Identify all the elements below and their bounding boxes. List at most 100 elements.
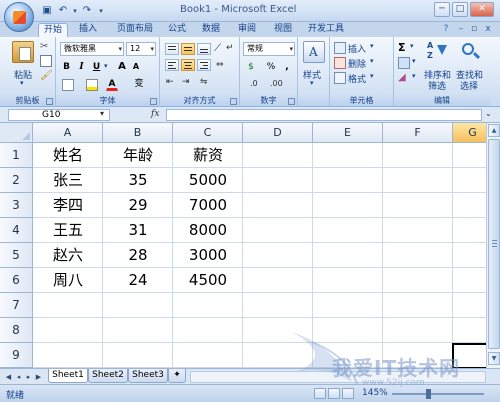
first-sheet-icon[interactable]: ◀ — [4, 372, 13, 382]
increase-indent-icon[interactable]: ⇥ — [182, 77, 194, 89]
chevron-down-icon[interactable]: ▾ — [410, 42, 414, 50]
column-header-d[interactable]: D — [243, 123, 313, 143]
chevron-down-icon[interactable]: ▾ — [370, 72, 374, 80]
insert-cells-label[interactable]: 插入 — [348, 42, 366, 55]
currency-button[interactable]: $ — [244, 60, 258, 74]
page-break-view-icon[interactable] — [342, 388, 354, 399]
row-header-9[interactable]: 9 — [0, 343, 33, 368]
text-direction-icon[interactable]: ⇋ — [200, 77, 212, 89]
cell-b1[interactable]: 年龄 — [103, 143, 173, 168]
cell-a1[interactable]: 姓名 — [33, 143, 103, 168]
ribbon-close-icon[interactable]: x — [482, 24, 494, 36]
cell-a5[interactable]: 赵六 — [33, 243, 103, 268]
sheet-tab-sheet3[interactable]: Sheet3 — [128, 369, 168, 383]
sheet-tab-sheet2[interactable]: Sheet2 — [88, 369, 128, 383]
delete-cells-icon[interactable] — [334, 57, 346, 69]
sheet-tab-sheet1[interactable]: Sheet1 — [48, 369, 88, 383]
scroll-thumb[interactable] — [488, 139, 500, 349]
zoom-slider-thumb[interactable] — [426, 389, 431, 399]
formula-input[interactable] — [166, 109, 482, 121]
row-header-6[interactable]: 6 — [0, 268, 33, 293]
help-icon[interactable]: ? — [440, 24, 452, 36]
prev-sheet-icon[interactable]: ◂ — [14, 372, 23, 382]
underline-button[interactable]: U — [90, 60, 103, 74]
align-right-button[interactable] — [197, 59, 211, 71]
increase-decimal-icon[interactable]: .0 — [250, 79, 262, 91]
decrease-decimal-icon[interactable]: .00 — [270, 79, 283, 91]
row-header-2[interactable]: 2 — [0, 168, 33, 193]
cell-c5[interactable]: 3000 — [173, 243, 243, 268]
align-middle-button[interactable] — [181, 43, 195, 55]
fill-color-icon[interactable] — [86, 79, 98, 91]
paste-dropdown-icon[interactable]: ▾ — [20, 79, 24, 87]
office-button[interactable] — [4, 2, 34, 32]
align-left-button[interactable] — [165, 59, 179, 71]
cell-b4[interactable]: 31 — [103, 218, 173, 243]
sort-filter-label-line2[interactable]: 筛选 — [428, 79, 446, 92]
clipboard-dialog-launcher[interactable] — [46, 98, 53, 105]
delete-cells-label[interactable]: 删除 — [348, 57, 366, 70]
column-header-b[interactable]: B — [103, 123, 173, 143]
tab-view[interactable]: 视图 — [270, 23, 296, 37]
font-dialog-launcher[interactable] — [150, 98, 157, 105]
paste-icon[interactable] — [12, 41, 34, 63]
grow-font-button[interactable]: A — [116, 60, 128, 74]
format-painter-icon[interactable]: 🖌 — [40, 70, 53, 82]
cell-b6[interactable]: 24 — [103, 268, 173, 293]
styles-dropdown-icon[interactable]: ▾ — [310, 79, 314, 87]
decrease-indent-icon[interactable]: ⇤ — [166, 77, 178, 89]
maximize-button[interactable]: □ — [452, 2, 468, 17]
cell-c1[interactable]: 薪资 — [173, 143, 243, 168]
font-color-button[interactable]: A — [106, 77, 118, 91]
active-cell-g10[interactable] — [452, 343, 486, 368]
bold-button[interactable]: B — [60, 60, 73, 74]
tab-review[interactable]: 审阅 — [234, 23, 260, 37]
name-box-dropdown-icon[interactable]: ▾ — [100, 109, 104, 118]
select-all-button[interactable] — [0, 123, 33, 143]
merge-center-icon[interactable]: ⇔ — [216, 60, 228, 72]
font-name-select[interactable]: 微软雅黑 ▾ — [60, 42, 124, 56]
worksheet-grid[interactable]: A B C D E F G 1 2 3 4 5 6 7 8 9 10 姓名 年龄… — [0, 123, 486, 368]
wrap-text-icon[interactable]: ↵ — [226, 43, 238, 55]
comma-button[interactable]: , — [282, 60, 292, 74]
redo-icon[interactable]: ↷ — [80, 4, 94, 18]
cell-c3[interactable]: 7000 — [173, 193, 243, 218]
tab-data[interactable]: 数据 — [198, 23, 224, 37]
tab-insert[interactable]: 插入 — [74, 23, 102, 37]
shrink-font-button[interactable]: A — [130, 60, 142, 74]
vertical-scrollbar[interactable]: ▲ ▼ — [486, 123, 500, 368]
borders-icon[interactable] — [62, 79, 74, 91]
tab-home[interactable]: 开始 — [38, 23, 68, 37]
tab-page-layout[interactable]: 页面布局 — [110, 23, 160, 37]
column-header-e[interactable]: E — [313, 123, 383, 143]
copy-icon[interactable] — [40, 55, 52, 67]
save-icon[interactable]: ▣ — [40, 4, 54, 18]
cell-a2[interactable]: 张三 — [33, 168, 103, 193]
cell-b3[interactable]: 29 — [103, 193, 173, 218]
tab-developer[interactable]: 开发工具 — [304, 23, 348, 37]
insert-function-button[interactable]: fx — [151, 109, 163, 121]
column-header-a[interactable]: A — [33, 123, 103, 143]
customize-qat-icon[interactable]: ▾ — [94, 4, 108, 18]
italic-button[interactable]: I — [75, 60, 88, 74]
cell-a6[interactable]: 周八 — [33, 268, 103, 293]
name-box[interactable]: G10 — [8, 109, 110, 121]
row-header-3[interactable]: 3 — [0, 193, 33, 218]
zoom-level[interactable]: 145% — [362, 388, 388, 398]
cell-b5[interactable]: 28 — [103, 243, 173, 268]
row-header-7[interactable]: 7 — [0, 293, 33, 318]
row-header-5[interactable]: 5 — [0, 243, 33, 268]
cell-c2[interactable]: 5000 — [173, 168, 243, 193]
font-size-select[interactable]: 12 ▾ — [126, 42, 156, 56]
chevron-down-icon[interactable]: ▾ — [370, 42, 374, 50]
cell-c6[interactable]: 4500 — [173, 268, 243, 293]
chevron-down-icon[interactable]: ▾ — [412, 57, 416, 65]
clear-icon[interactable]: ◢ — [398, 72, 410, 84]
align-center-button[interactable] — [181, 59, 195, 71]
insert-cells-icon[interactable] — [334, 42, 346, 54]
cell-a3[interactable]: 李四 — [33, 193, 103, 218]
cell-c4[interactable]: 8000 — [173, 218, 243, 243]
insert-sheet-icon[interactable]: ✦ — [168, 369, 186, 383]
column-header-g[interactable]: G — [453, 123, 486, 143]
underline-dropdown-icon[interactable]: ▾ — [104, 62, 108, 70]
